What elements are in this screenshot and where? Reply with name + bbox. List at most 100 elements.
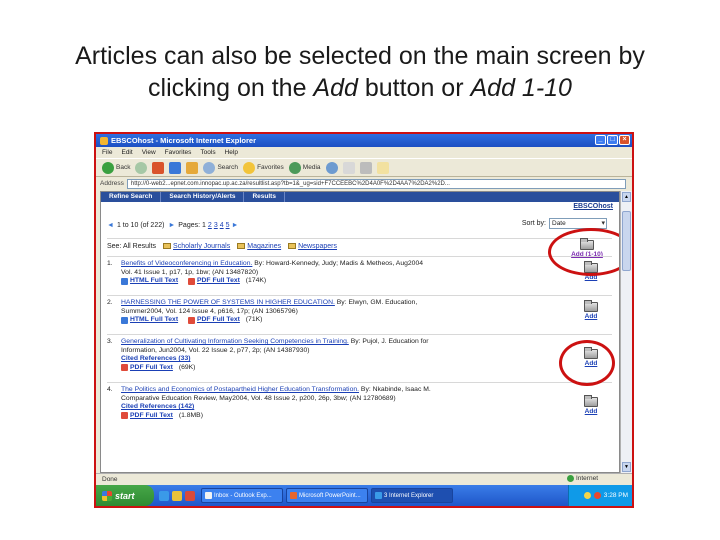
tab-results[interactable]: Results <box>244 192 285 202</box>
menu-favorites[interactable]: Favorites <box>165 149 192 156</box>
page-4[interactable]: 4 <box>220 222 224 229</box>
folder-icon <box>584 395 598 407</box>
journal-icon <box>163 243 172 250</box>
back-label: Back <box>116 164 131 171</box>
tray-alert-icon[interactable] <box>593 492 601 499</box>
browser-toolbar: Back Search Favorites Media <box>96 158 632 177</box>
close-icon[interactable]: × <box>619 135 630 145</box>
pdf-full-text[interactable]: PDF Full Text (71K) <box>187 316 263 325</box>
tray-icon[interactable] <box>583 492 591 499</box>
start-button[interactable]: start <box>96 485 154 506</box>
result-item-1: 1. Benefits of Videoconferencing in Educ… <box>107 256 612 291</box>
newspapers-link[interactable]: Newspapers <box>298 243 337 250</box>
scroll-down-icon[interactable]: ▼ <box>622 462 631 472</box>
result-title[interactable]: Generalization of Cultivating Informatio… <box>121 338 349 345</box>
html-full-text[interactable]: HTML Full Text <box>121 277 178 286</box>
ebscohost-link[interactable]: EBSCOhost <box>573 203 613 210</box>
scholarly-link[interactable]: Scholarly Journals <box>173 243 230 250</box>
task-outlook[interactable]: Inbox - Outlook Exp... <box>201 488 283 503</box>
pdf-full-text-link[interactable]: PDF Full Text <box>130 412 173 421</box>
menu-tools[interactable]: Tools <box>200 149 215 156</box>
window-title: EBSCOhost - Microsoft Internet Explorer <box>111 136 257 145</box>
page-3[interactable]: 3 <box>214 222 218 229</box>
pdf-full-text-link[interactable]: PDF Full Text <box>130 364 173 373</box>
cited-references-link[interactable]: Cited References (142) <box>121 403 194 410</box>
menu-file[interactable]: File <box>102 149 112 156</box>
result-number: 1. <box>107 260 113 267</box>
result-title[interactable]: HARNESSING THE POWER OF SYSTEMS IN HIGHE… <box>121 299 335 306</box>
history-button[interactable] <box>325 161 338 174</box>
page-2[interactable]: 2 <box>208 222 212 229</box>
maximize-icon[interactable]: □ <box>607 135 618 145</box>
edit-button[interactable] <box>376 161 389 174</box>
magazines-link[interactable]: Magazines <box>247 243 281 250</box>
page-scrollbar[interactable]: ▲ ▼ <box>620 191 632 473</box>
mail-button[interactable] <box>342 161 355 174</box>
add-label[interactable]: Add <box>576 313 606 322</box>
pdf-full-text-link[interactable]: PDF Full Text <box>197 316 240 325</box>
results-total: (of 222) <box>140 221 165 229</box>
menu-help[interactable]: Help <box>225 149 238 156</box>
html-full-text-link[interactable]: HTML Full Text <box>130 316 178 325</box>
favorites-label: Favorites <box>257 164 284 171</box>
status-zone: Internet <box>566 475 598 482</box>
add-button[interactable]: Add <box>576 395 606 417</box>
forward-button[interactable] <box>135 161 148 174</box>
filter-magazines[interactable]: Magazines <box>237 243 281 250</box>
windows-flag-icon <box>102 490 112 501</box>
favorites-button[interactable]: Favorites <box>243 161 284 174</box>
caption-add: Add <box>313 74 358 102</box>
media-button[interactable]: Media <box>288 161 321 174</box>
home-icon <box>186 161 199 174</box>
html-full-text[interactable]: HTML Full Text <box>121 316 178 325</box>
see-filter-bar: See: All Results Scholarly Journals Maga… <box>107 238 612 252</box>
stop-button[interactable] <box>152 161 165 174</box>
next-arrow-icon[interactable]: ► <box>168 222 175 229</box>
sort-select[interactable]: Date <box>549 218 607 229</box>
scroll-thumb[interactable] <box>622 211 631 271</box>
caption-mid: button or <box>357 74 471 102</box>
forward-arrow-icon <box>135 161 148 174</box>
filter-scholarly[interactable]: Scholarly Journals <box>163 243 230 250</box>
menu-view[interactable]: View <box>142 149 156 156</box>
html-full-text-link[interactable]: HTML Full Text <box>130 277 178 286</box>
pdf-size: (71K) <box>245 316 263 323</box>
window-controls: _ □ × <box>595 135 630 145</box>
quick-launch <box>159 490 195 501</box>
add-button[interactable]: Add <box>576 300 606 322</box>
search-button[interactable]: Search <box>203 161 238 174</box>
add-label[interactable]: Add <box>576 408 606 417</box>
pdf-full-text[interactable]: PDF Full Text (1.8MB) <box>121 412 203 421</box>
task-label: 3 Internet Explorer <box>384 492 434 499</box>
minimize-icon[interactable]: _ <box>595 135 606 145</box>
address-field[interactable]: http://0-web2...epnet.com.innopac.up.ac.… <box>126 178 626 189</box>
powerpoint-icon <box>290 492 297 499</box>
windows-taskbar: start Inbox - Outlook Exp... Microsoft P… <box>96 485 632 506</box>
app-launch-icon[interactable] <box>185 490 195 501</box>
page-1[interactable]: 1 <box>202 222 206 229</box>
page-5[interactable]: 5 <box>226 222 230 229</box>
zone-label: Internet <box>575 475 598 482</box>
menu-edit[interactable]: Edit <box>121 149 132 156</box>
result-title[interactable]: The Politics and Economics of Postaparth… <box>121 386 359 393</box>
pdf-full-text[interactable]: PDF Full Text (174K) <box>187 277 266 286</box>
ie-icon[interactable] <box>159 490 169 501</box>
task-internet-explorer[interactable]: 3 Internet Explorer <box>371 488 453 503</box>
home-button[interactable] <box>186 161 199 174</box>
back-button[interactable]: Back <box>102 161 131 174</box>
pdf-full-text-link[interactable]: PDF Full Text <box>197 277 240 286</box>
html-icon <box>121 277 128 285</box>
refresh-button[interactable] <box>169 161 182 174</box>
folder-launch-icon[interactable] <box>172 490 182 501</box>
pdf-full-text[interactable]: PDF Full Text (69K) <box>121 364 195 373</box>
result-title[interactable]: Benefits of Videoconferencing in Educati… <box>121 260 252 267</box>
tab-search-history[interactable]: Search History/Alerts <box>161 192 245 202</box>
tab-refine-search[interactable]: Refine Search <box>101 192 162 202</box>
scroll-up-icon[interactable]: ▲ <box>622 192 631 202</box>
filter-newspapers[interactable]: Newspapers <box>288 243 337 250</box>
results-summary: ◄ 1 to 10 (of 222) ► Pages: 12345 ► Sort… <box>107 218 612 232</box>
pages-next-icon[interactable]: ► <box>232 222 239 229</box>
cited-references-link[interactable]: Cited References (33) <box>121 355 191 362</box>
print-button[interactable] <box>359 161 372 174</box>
task-powerpoint[interactable]: Microsoft PowerPoint... <box>286 488 368 503</box>
